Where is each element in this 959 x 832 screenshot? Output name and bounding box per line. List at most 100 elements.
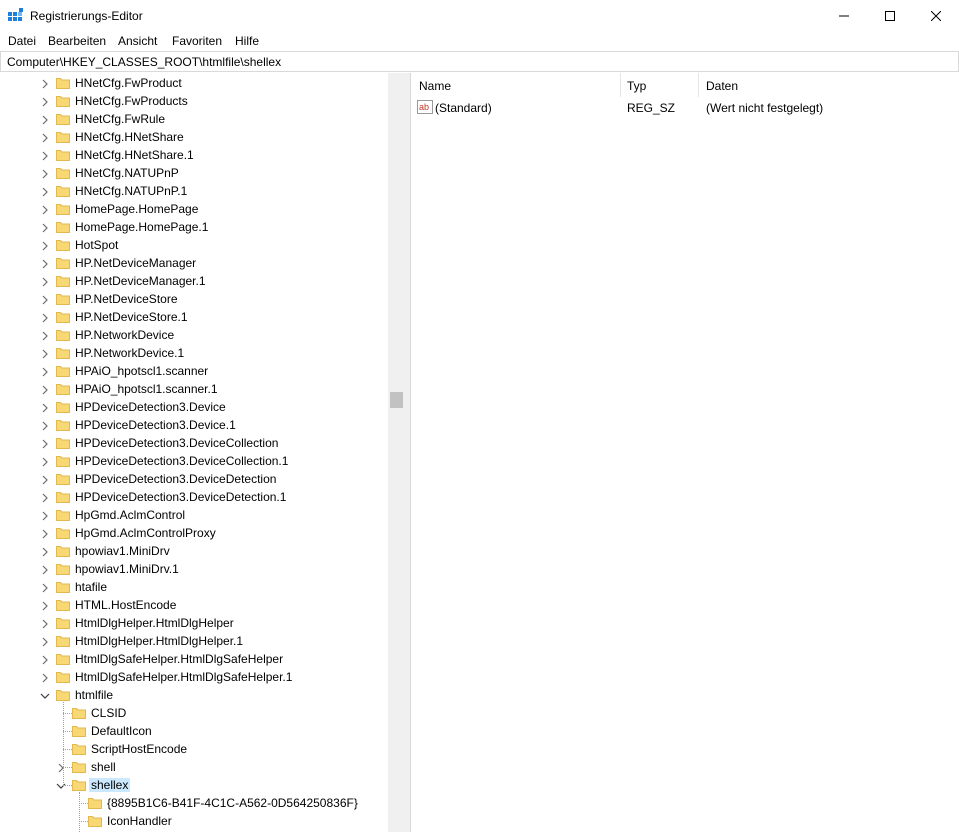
tree-item[interactable]: htmlfile bbox=[0, 686, 388, 704]
close-button[interactable] bbox=[913, 0, 959, 32]
chevron-right-icon[interactable] bbox=[40, 600, 50, 611]
tree-item[interactable]: HP.NetDeviceStore bbox=[0, 290, 388, 308]
tree-item[interactable]: HPDeviceDetection3.DeviceDetection.1 bbox=[0, 488, 388, 506]
chevron-right-icon[interactable] bbox=[40, 150, 50, 161]
chevron-right-icon[interactable] bbox=[40, 564, 50, 575]
tree-item[interactable]: HP.NetworkDevice bbox=[0, 326, 388, 344]
address-bar[interactable]: Computer\HKEY_CLASSES_ROOT\htmlfile\shel… bbox=[0, 51, 959, 72]
menu-edit[interactable]: Bearbeiten bbox=[48, 34, 106, 48]
tree-item[interactable]: HP.NetDeviceManager.1 bbox=[0, 272, 388, 290]
tree-item[interactable]: HPDeviceDetection3.DeviceCollection bbox=[0, 434, 388, 452]
chevron-right-icon[interactable] bbox=[40, 366, 50, 377]
tree-item[interactable]: HP.NetDeviceManager bbox=[0, 254, 388, 272]
tree-item-label: HPAiO_hpotscl1.scanner bbox=[75, 364, 209, 378]
chevron-down-icon[interactable] bbox=[40, 690, 50, 700]
chevron-right-icon[interactable] bbox=[40, 204, 50, 215]
tree-item[interactable]: HPDeviceDetection3.Device bbox=[0, 398, 388, 416]
chevron-right-icon[interactable] bbox=[40, 528, 50, 539]
chevron-right-icon[interactable] bbox=[40, 222, 50, 233]
chevron-right-icon[interactable] bbox=[40, 132, 50, 143]
chevron-right-icon[interactable] bbox=[40, 636, 50, 647]
chevron-right-icon[interactable] bbox=[40, 294, 50, 305]
tree-item[interactable]: IconHandler bbox=[0, 812, 388, 830]
tree-item[interactable]: HNetCfg.HNetShare bbox=[0, 128, 388, 146]
chevron-right-icon[interactable] bbox=[40, 186, 50, 197]
tree-item[interactable]: HtmlDlgHelper.HtmlDlgHelper.1 bbox=[0, 632, 388, 650]
chevron-right-icon[interactable] bbox=[40, 456, 50, 467]
tree-item[interactable]: HNetCfg.FwProduct bbox=[0, 74, 388, 92]
chevron-right-icon[interactable] bbox=[40, 258, 50, 269]
tree-item[interactable]: HP.NetDeviceStore.1 bbox=[0, 308, 388, 326]
tree-item[interactable]: HPAiO_hpotscl1.scanner bbox=[0, 362, 388, 380]
chevron-right-icon[interactable] bbox=[40, 420, 50, 431]
tree-scrollbar-thumb[interactable] bbox=[390, 392, 403, 408]
menu-favorites[interactable]: Favoriten bbox=[172, 34, 222, 48]
chevron-right-icon[interactable] bbox=[40, 510, 50, 521]
chevron-right-icon[interactable] bbox=[40, 330, 50, 341]
value-row[interactable]: ab (Standard) REG_SZ (Wert nicht festgel… bbox=[411, 97, 959, 117]
chevron-right-icon[interactable] bbox=[40, 474, 50, 485]
tree-item[interactable]: htafile bbox=[0, 578, 388, 596]
chevron-right-icon[interactable] bbox=[40, 402, 50, 413]
tree-item[interactable]: DefaultIcon bbox=[0, 722, 388, 740]
tree-item[interactable]: shell bbox=[0, 758, 388, 776]
tree-item[interactable]: HTML.HostEncode bbox=[0, 596, 388, 614]
chevron-right-icon[interactable] bbox=[40, 312, 50, 323]
chevron-right-icon[interactable] bbox=[40, 546, 50, 557]
tree-item[interactable]: HNetCfg.HNetShare.1 bbox=[0, 146, 388, 164]
chevron-right-icon[interactable] bbox=[40, 672, 50, 683]
chevron-right-icon[interactable] bbox=[40, 240, 50, 251]
chevron-right-icon[interactable] bbox=[40, 276, 50, 287]
maximize-button[interactable] bbox=[867, 0, 913, 32]
value-data: (Wert nicht festgelegt) bbox=[706, 101, 824, 115]
tree-item-label: HTML.HostEncode bbox=[75, 598, 177, 612]
tree-item[interactable]: HtmlDlgSafeHelper.HtmlDlgSafeHelper.1 bbox=[0, 668, 388, 686]
folder-icon bbox=[72, 778, 86, 791]
chevron-right-icon[interactable] bbox=[40, 492, 50, 503]
tree-item[interactable]: HP.NetworkDevice.1 bbox=[0, 344, 388, 362]
minimize-button[interactable] bbox=[821, 0, 867, 32]
tree-item[interactable]: hpowiav1.MiniDrv bbox=[0, 542, 388, 560]
tree-item[interactable]: {8895B1C6-B41F-4C1C-A562-0D564250836F} bbox=[0, 794, 388, 812]
tree-item[interactable]: CLSID bbox=[0, 704, 388, 722]
tree-item[interactable]: HNetCfg.NATUPnP bbox=[0, 164, 388, 182]
tree-item[interactable]: HPDeviceDetection3.Device.1 bbox=[0, 416, 388, 434]
chevron-right-icon[interactable] bbox=[40, 618, 50, 629]
tree-item-label: HomePage.HomePage.1 bbox=[75, 220, 209, 234]
chevron-right-icon[interactable] bbox=[40, 114, 50, 125]
tree-scrollbar[interactable] bbox=[388, 73, 405, 832]
column-header-type[interactable]: Typ bbox=[619, 73, 698, 97]
chevron-right-icon[interactable] bbox=[40, 348, 50, 359]
tree-item-label: HpGmd.AclmControlProxy bbox=[75, 526, 216, 540]
tree-item[interactable]: HPAiO_hpotscl1.scanner.1 bbox=[0, 380, 388, 398]
tree-item[interactable]: HpGmd.AclmControlProxy bbox=[0, 524, 388, 542]
chevron-right-icon[interactable] bbox=[40, 582, 50, 593]
tree-item[interactable]: HotSpot bbox=[0, 236, 388, 254]
tree-item[interactable]: HtmlDlgSafeHelper.HtmlDlgSafeHelper bbox=[0, 650, 388, 668]
menu-help[interactable]: Hilfe bbox=[235, 34, 259, 48]
tree-item[interactable]: hpowiav1.MiniDrv.1 bbox=[0, 560, 388, 578]
menu-file[interactable]: Datei bbox=[8, 34, 36, 48]
tree-item[interactable]: HPDeviceDetection3.DeviceDetection bbox=[0, 470, 388, 488]
tree-item[interactable]: HomePage.HomePage bbox=[0, 200, 388, 218]
tree-item[interactable]: HNetCfg.FwRule bbox=[0, 110, 388, 128]
column-header-data[interactable]: Daten bbox=[698, 73, 959, 97]
tree-item[interactable]: HNetCfg.NATUPnP.1 bbox=[0, 182, 388, 200]
tree-item[interactable]: HtmlDlgHelper.HtmlDlgHelper bbox=[0, 614, 388, 632]
tree-item[interactable]: HNetCfg.FwProducts bbox=[0, 92, 388, 110]
tree-item[interactable]: HomePage.HomePage.1 bbox=[0, 218, 388, 236]
column-header-name[interactable]: Name bbox=[411, 73, 620, 97]
chevron-right-icon[interactable] bbox=[40, 96, 50, 107]
chevron-right-icon[interactable] bbox=[40, 438, 50, 449]
tree-item[interactable]: shellex bbox=[0, 776, 388, 794]
chevron-right-icon[interactable] bbox=[40, 384, 50, 395]
menu-view[interactable]: Ansicht bbox=[118, 34, 157, 48]
chevron-right-icon[interactable] bbox=[40, 78, 50, 89]
tree-item[interactable]: HpGmd.AclmControl bbox=[0, 506, 388, 524]
tree-item[interactable]: ScriptHostEncode bbox=[0, 740, 388, 758]
key-tree[interactable]: HNetCfg.FwProduct HNetCfg.FwProducts HNetC… bbox=[0, 73, 405, 832]
tree-item[interactable]: HPDeviceDetection3.DeviceCollection.1 bbox=[0, 452, 388, 470]
value-list[interactable]: Name Typ Daten ab (Standard) REG_SZ (Wer… bbox=[411, 73, 959, 832]
chevron-right-icon[interactable] bbox=[40, 654, 50, 665]
chevron-right-icon[interactable] bbox=[40, 168, 50, 179]
